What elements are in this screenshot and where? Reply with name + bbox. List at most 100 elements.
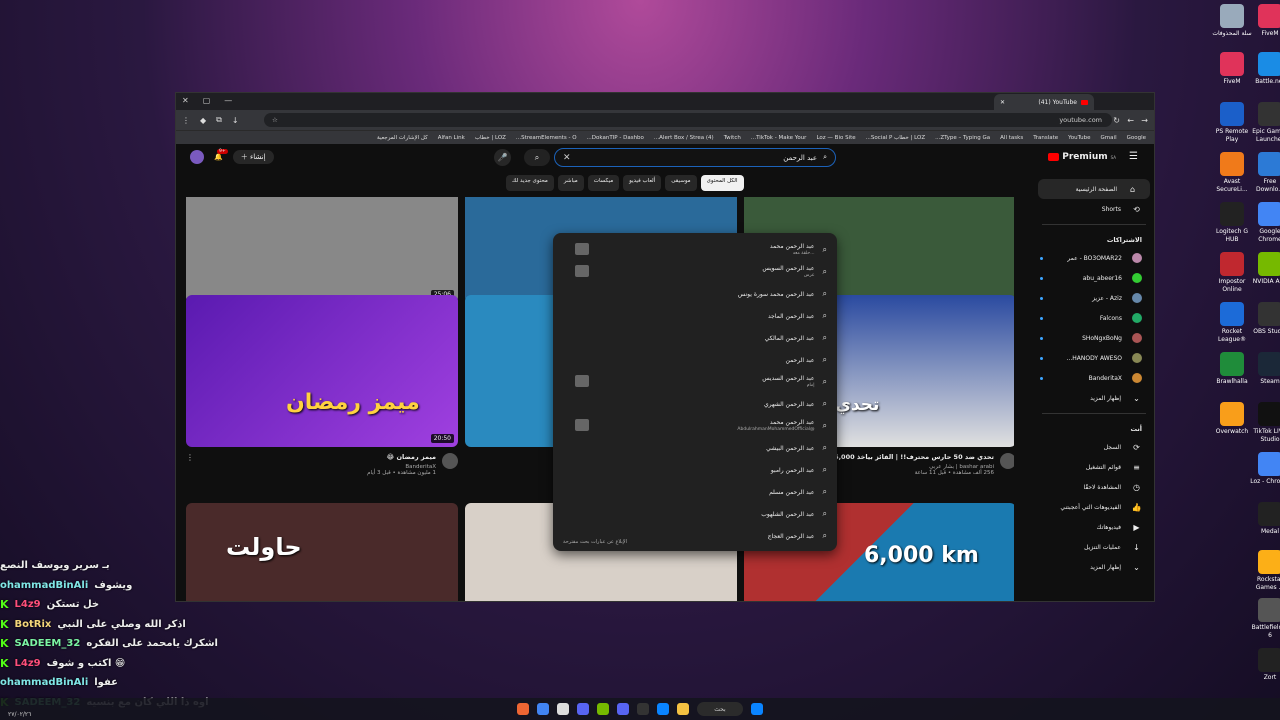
bookmark-item[interactable]: Google (1127, 135, 1146, 141)
bookmark-item[interactable]: DokanTIP - Dashbo... (587, 135, 644, 141)
discord-icon[interactable] (577, 703, 589, 715)
address-bar[interactable]: youtube.com ☆ (264, 113, 1112, 127)
video-title[interactable]: ميمز رمضان 😂 (200, 453, 436, 461)
bookmark-item[interactable]: LOZ | خطاب (475, 135, 506, 141)
close-tab-icon[interactable]: ✕ (1000, 99, 1005, 106)
reload-icon[interactable]: ↻ (1113, 116, 1120, 125)
bookmark-item[interactable]: All tasks (1000, 135, 1023, 141)
desktop-icon[interactable]: Rockstar Games ... (1250, 550, 1280, 592)
discord-icon-2[interactable] (617, 703, 629, 715)
sidebar-you-item[interactable]: ↓ عمليات التنزيل (1034, 537, 1154, 557)
steam-icon[interactable] (637, 703, 649, 715)
channel-avatar[interactable] (1000, 453, 1014, 469)
hamburger-menu-icon[interactable]: ☰ (1129, 151, 1138, 162)
back-icon[interactable]: ← (1127, 116, 1134, 125)
nvidia-icon[interactable] (597, 703, 609, 715)
desktop-icon[interactable]: OBS Studio (1250, 302, 1280, 336)
sidebar-you-item[interactable]: ⟳ السجل (1034, 437, 1154, 457)
bookmark-item[interactable]: Alfan Link (438, 135, 465, 141)
sidebar-subscription[interactable]: BanderitaX (1034, 368, 1154, 388)
search-suggestion[interactable]: عبد الرحمن محمد حلقة معه... ⌕ (553, 239, 837, 261)
create-button[interactable]: ＋ إنشاء (232, 150, 274, 164)
search-input[interactable]: ✕ عبد الرحمن ⌕ (554, 148, 836, 167)
filter-chip[interactable]: موسيقى (665, 175, 697, 191)
folder-icon[interactable] (677, 703, 689, 715)
tiktok-icon[interactable] (517, 703, 529, 715)
clear-search-icon[interactable]: ✕ (563, 153, 571, 163)
search-suggestion[interactable]: عبد الرحمن رامبو ⌕ (553, 459, 837, 481)
sidebar-subscription[interactable]: SHoNgxBoNg (1034, 328, 1154, 348)
filter-chip[interactable]: محتوى جديد لك (506, 175, 554, 191)
bookmark-item[interactable]: Translate (1033, 135, 1058, 141)
sidebar-subscription[interactable]: Falcons (1034, 308, 1154, 328)
desktop-icon[interactable]: Battle.net (1250, 52, 1280, 86)
chrome-icon[interactable] (537, 703, 549, 715)
bookmark-item[interactable]: TikTok - Make Your... (751, 135, 807, 141)
youtube-logo[interactable]: Premium SA (1048, 152, 1116, 162)
desktop-icon[interactable]: PS Remote Play (1212, 102, 1252, 144)
desktop-icon[interactable]: Logitech G HUB (1212, 202, 1252, 244)
bookmark-item[interactable]: ZType – Typing Ga... (935, 135, 990, 141)
minimize-icon[interactable]: — (224, 96, 232, 105)
filter-chip[interactable]: مباشر (557, 175, 584, 191)
sidebar-subscription[interactable]: HANODY AWESO... (1034, 348, 1154, 368)
desktop-icon[interactable]: FiveM (1250, 4, 1280, 38)
download-icon[interactable]: ↓ (232, 116, 239, 125)
filter-chip[interactable]: الكل المحتوى (700, 175, 744, 191)
show-more-button[interactable]: ⌄ إظهار المزيد (1034, 557, 1154, 577)
desktop-icon[interactable]: Epic Games Launcher (1250, 102, 1280, 144)
desktop-icon[interactable]: Brawlhalla (1212, 352, 1252, 386)
sidebar-item-shorts[interactable]: ⟲ Shorts (1034, 199, 1154, 219)
search-suggestion[interactable]: عبد الرحمن محمد AbdulrahmanMohammedOffici… (553, 415, 837, 437)
you-heading[interactable]: أنت (1034, 419, 1154, 437)
bookmark-item[interactable]: Loz — Bio Site (816, 135, 855, 141)
video-thumbnail[interactable]: 25:06 (186, 197, 458, 303)
bookmark-item[interactable]: كل الإشارات المرجعية (377, 135, 428, 141)
search-button[interactable]: ⌕ (524, 149, 550, 166)
sidebar-subscription[interactable]: Aziz - عزيز (1034, 288, 1154, 308)
mic-icon[interactable]: 🎤 (494, 149, 511, 166)
desktop-icon[interactable]: Steam (1250, 352, 1280, 386)
desktop-icon[interactable]: Battlefield™ 6 (1250, 598, 1280, 640)
subscriptions-heading[interactable]: الاشتراكات (1034, 230, 1154, 248)
star-icon[interactable]: ☆ (272, 116, 278, 124)
desktop-icon[interactable]: Impostor Online (1212, 252, 1252, 294)
ai-icon[interactable]: ◆ (200, 116, 206, 125)
search-suggestion[interactable]: عبد الرحمن البيشي ⌕ (553, 437, 837, 459)
notifications-icon[interactable]: 🔔 9+ (214, 149, 228, 161)
menu-icon[interactable]: ⋮ (182, 116, 190, 125)
desktop-icon[interactable]: Overwatch (1212, 402, 1252, 436)
bookmark-item[interactable]: Twitch (724, 135, 741, 141)
bookmark-item[interactable]: LOZ | خطاب Social P... (866, 135, 925, 141)
sidebar-subscription[interactable]: abu_abeer16 (1034, 268, 1154, 288)
sidebar-you-item[interactable]: ◷ المشاهدة لاحقًا (1034, 477, 1154, 497)
extensions-icon[interactable]: ⧉ (216, 115, 222, 125)
video-card[interactable]: 20:50 ميمز رمضان ميمز رمضان 😂 BanderitaX 1 م… (186, 295, 458, 482)
desktop-icon[interactable]: TikTok LIVE Studio (1250, 402, 1280, 444)
more-options-icon[interactable]: ⋮ (186, 453, 194, 476)
bookmark-item[interactable]: (4) Alert Box / Strea... (654, 135, 714, 141)
taskbar-search[interactable]: بحث (697, 702, 743, 716)
forward-icon[interactable]: → (1141, 116, 1148, 125)
desktop-icon[interactable]: Loz - Chrome (1250, 452, 1280, 486)
desktop-icon[interactable]: Medal (1250, 502, 1280, 536)
desktop-icon[interactable]: Rocket League® (1212, 302, 1252, 344)
avatar[interactable] (190, 150, 204, 164)
search-suggestion[interactable]: عبد الرحمن محمد سورة يونس ⌕ (553, 283, 837, 305)
search-suggestion[interactable]: عبد الرحمن ⌕ (553, 349, 837, 371)
app-icon[interactable] (557, 703, 569, 715)
search-suggestion[interactable]: عبد الرحمن السويس عرس ⌕ (553, 261, 837, 283)
search-suggestion[interactable]: عبد الرحمن السديس إمام ⌕ (553, 371, 837, 393)
show-more-button[interactable]: ⌄ إظهار المزيد (1034, 388, 1154, 408)
bookmark-item[interactable]: StreamElements - O... (516, 135, 577, 141)
video-thumbnail[interactable]: 20:50 ميمز رمضان (186, 295, 458, 447)
sidebar-you-item[interactable]: 👍 الفيديوهات التي أعجبتني (1034, 497, 1154, 517)
search-suggestion[interactable]: عبد الرحمن مسلم ⌕ (553, 481, 837, 503)
sidebar-item-home[interactable]: ⌂ الصفحة الرئيسية (1038, 179, 1150, 199)
desktop-icon[interactable]: NVIDIA App (1250, 252, 1280, 286)
maximize-icon[interactable]: ▢ (203, 96, 211, 105)
search-suggestion[interactable]: عبد الرحمن الشهري ⌕ (553, 393, 837, 415)
desktop-icon[interactable]: Avast SecureLi... (1212, 152, 1252, 194)
windows-start-icon[interactable] (751, 703, 763, 715)
filter-chip[interactable]: ألعاب فيديو (623, 175, 662, 191)
